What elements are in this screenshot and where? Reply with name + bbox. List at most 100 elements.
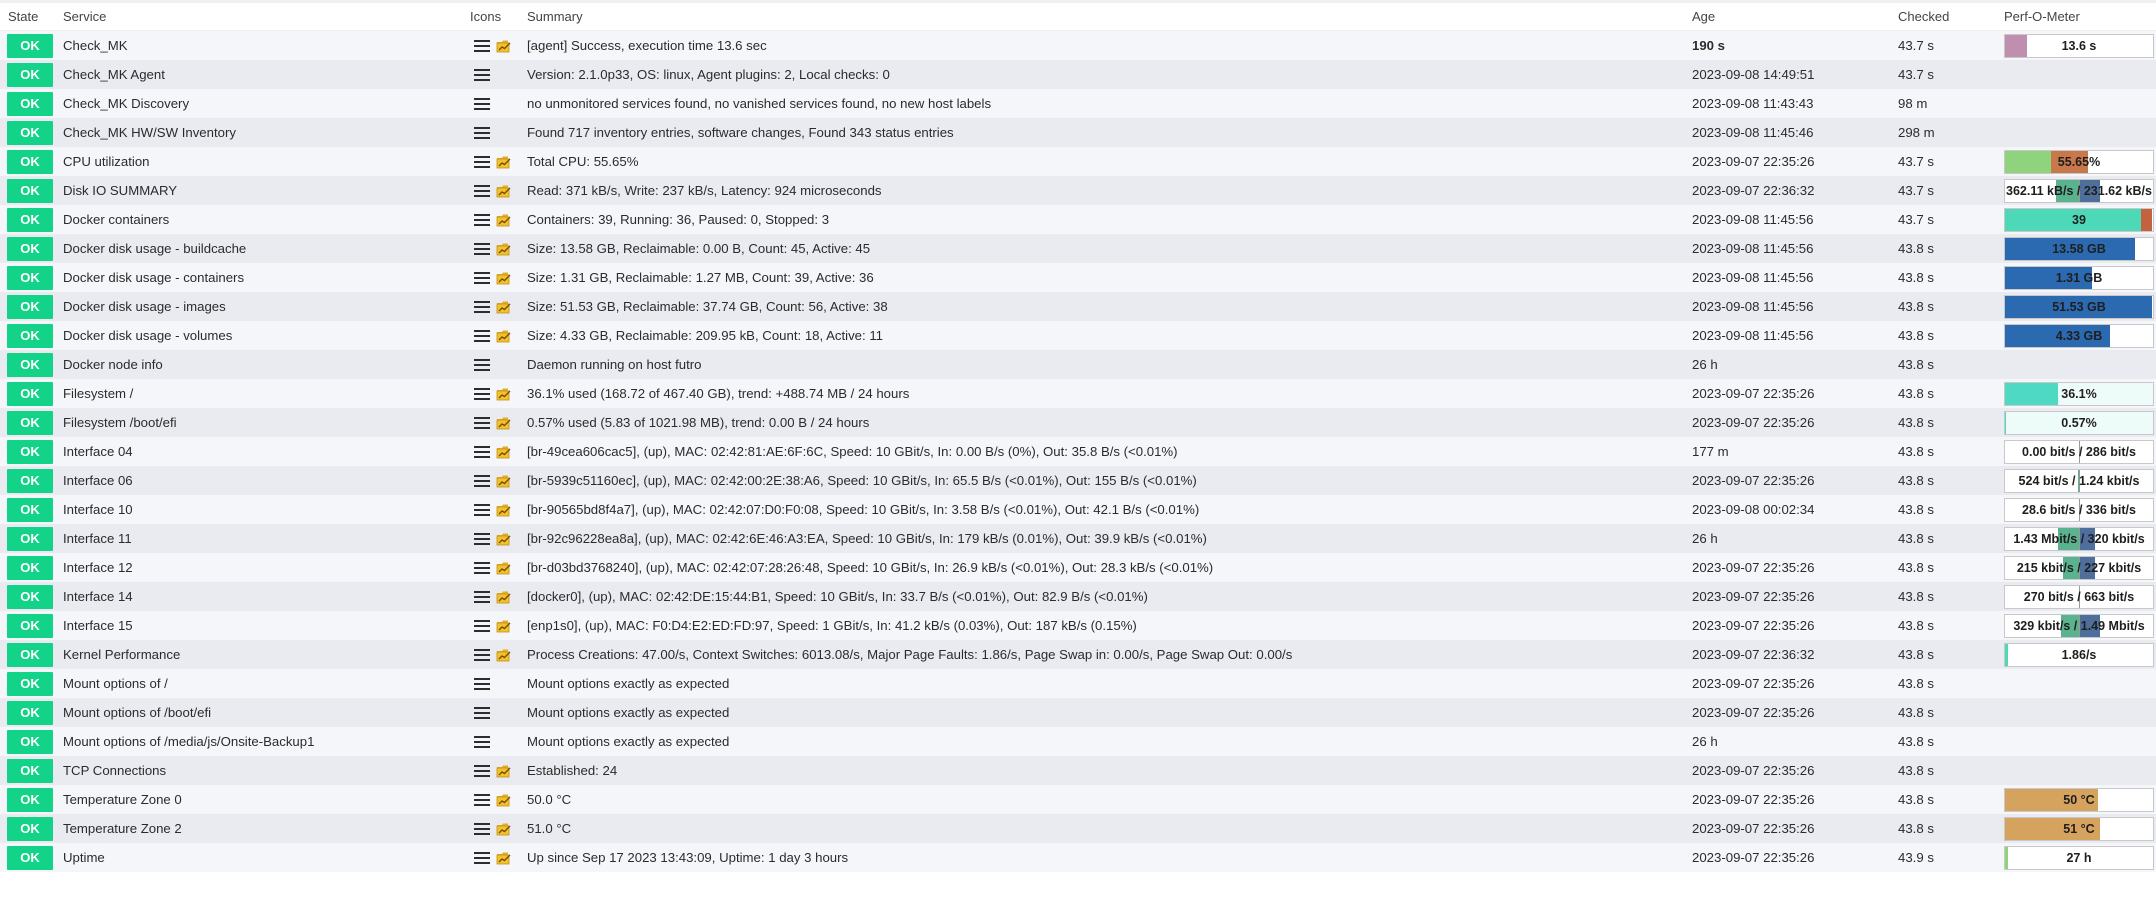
- perf-o-meter[interactable]: 36.1%: [2004, 381, 2154, 406]
- menu-icon[interactable]: [474, 764, 490, 777]
- graph-icon[interactable]: [496, 242, 513, 256]
- service-name-link[interactable]: Check_MK HW/SW Inventory: [55, 118, 462, 147]
- service-name-link[interactable]: Docker disk usage - containers: [55, 263, 462, 292]
- service-name-link[interactable]: Docker containers: [55, 205, 462, 234]
- state-badge[interactable]: OK: [7, 294, 53, 319]
- state-badge[interactable]: OK: [7, 468, 53, 493]
- perf-o-meter[interactable]: 51.53 GB: [2004, 294, 2154, 319]
- service-name-link[interactable]: Temperature Zone 0: [55, 785, 462, 814]
- menu-icon[interactable]: [474, 242, 490, 255]
- menu-icon[interactable]: [474, 648, 490, 661]
- service-name-link[interactable]: Docker node info: [55, 350, 462, 379]
- menu-icon[interactable]: [474, 329, 490, 342]
- service-name-link[interactable]: Interface 11: [55, 524, 462, 553]
- menu-icon[interactable]: [474, 532, 490, 545]
- state-badge[interactable]: OK: [7, 120, 53, 145]
- service-name-link[interactable]: TCP Connections: [55, 756, 462, 785]
- graph-icon[interactable]: [496, 764, 513, 778]
- perf-o-meter[interactable]: 13.6 s: [2004, 33, 2154, 58]
- menu-icon[interactable]: [474, 184, 490, 197]
- graph-icon[interactable]: [496, 271, 513, 285]
- perf-o-meter[interactable]: 524 bit/s / 1.24 kbit/s: [2004, 468, 2154, 493]
- state-badge[interactable]: OK: [7, 671, 53, 696]
- state-badge[interactable]: OK: [7, 816, 53, 841]
- graph-icon[interactable]: [496, 532, 513, 546]
- perf-o-meter[interactable]: 4.33 GB: [2004, 323, 2154, 348]
- state-badge[interactable]: OK: [7, 526, 53, 551]
- service-name-link[interactable]: Interface 06: [55, 466, 462, 495]
- graph-icon[interactable]: [496, 445, 513, 459]
- service-name-link[interactable]: Disk IO SUMMARY: [55, 176, 462, 205]
- state-badge[interactable]: OK: [7, 178, 53, 203]
- state-badge[interactable]: OK: [7, 381, 53, 406]
- graph-icon[interactable]: [496, 39, 513, 53]
- menu-icon[interactable]: [474, 735, 490, 748]
- service-name-link[interactable]: Mount options of /media/js/Onsite-Backup…: [55, 727, 462, 756]
- state-badge[interactable]: OK: [7, 33, 53, 58]
- graph-icon[interactable]: [496, 793, 513, 807]
- graph-icon[interactable]: [496, 503, 513, 517]
- state-badge[interactable]: OK: [7, 265, 53, 290]
- service-name-link[interactable]: Docker disk usage - images: [55, 292, 462, 321]
- graph-icon[interactable]: [496, 416, 513, 430]
- perf-o-meter[interactable]: 0.57%: [2004, 410, 2154, 435]
- service-name-link[interactable]: Kernel Performance: [55, 640, 462, 669]
- graph-icon[interactable]: [496, 329, 513, 343]
- state-badge[interactable]: OK: [7, 613, 53, 638]
- menu-icon[interactable]: [474, 793, 490, 806]
- graph-icon[interactable]: [496, 300, 513, 314]
- state-badge[interactable]: OK: [7, 555, 53, 580]
- graph-icon[interactable]: [496, 590, 513, 604]
- service-name-link[interactable]: Filesystem /: [55, 379, 462, 408]
- menu-icon[interactable]: [474, 590, 490, 603]
- column-header-age[interactable]: Age: [1684, 3, 1890, 31]
- menu-icon[interactable]: [474, 358, 490, 371]
- column-header-state[interactable]: State: [0, 3, 55, 31]
- graph-icon[interactable]: [496, 851, 513, 865]
- graph-icon[interactable]: [496, 822, 513, 836]
- graph-icon[interactable]: [496, 619, 513, 633]
- state-badge[interactable]: OK: [7, 410, 53, 435]
- service-name-link[interactable]: Check_MK: [55, 30, 462, 60]
- service-name-link[interactable]: Filesystem /boot/efi: [55, 408, 462, 437]
- service-name-link[interactable]: Uptime: [55, 843, 462, 872]
- graph-icon[interactable]: [496, 184, 513, 198]
- perf-o-meter[interactable]: 27 h: [2004, 845, 2154, 870]
- menu-icon[interactable]: [474, 474, 490, 487]
- state-badge[interactable]: OK: [7, 845, 53, 870]
- menu-icon[interactable]: [474, 300, 490, 313]
- graph-icon[interactable]: [496, 648, 513, 662]
- menu-icon[interactable]: [474, 677, 490, 690]
- perf-o-meter[interactable]: 329 kbit/s / 1.49 Mbit/s: [2004, 613, 2154, 638]
- service-name-link[interactable]: Docker disk usage - buildcache: [55, 234, 462, 263]
- menu-icon[interactable]: [474, 271, 490, 284]
- perf-o-meter[interactable]: 362.11 kB/s / 231.62 kB/s: [2004, 178, 2154, 203]
- state-badge[interactable]: OK: [7, 642, 53, 667]
- perf-o-meter[interactable]: 270 bit/s / 663 bit/s: [2004, 584, 2154, 609]
- menu-icon[interactable]: [474, 445, 490, 458]
- service-name-link[interactable]: Docker disk usage - volumes: [55, 321, 462, 350]
- menu-icon[interactable]: [474, 619, 490, 632]
- state-badge[interactable]: OK: [7, 91, 53, 116]
- service-name-link[interactable]: Mount options of /: [55, 669, 462, 698]
- state-badge[interactable]: OK: [7, 729, 53, 754]
- service-name-link[interactable]: Mount options of /boot/efi: [55, 698, 462, 727]
- service-name-link[interactable]: Interface 15: [55, 611, 462, 640]
- menu-icon[interactable]: [474, 97, 490, 110]
- service-name-link[interactable]: Interface 04: [55, 437, 462, 466]
- column-header-perf-o-meter[interactable]: Perf-O-Meter: [1996, 3, 2156, 31]
- service-name-link[interactable]: Interface 10: [55, 495, 462, 524]
- state-badge[interactable]: OK: [7, 207, 53, 232]
- graph-icon[interactable]: [496, 387, 513, 401]
- service-name-link[interactable]: Interface 14: [55, 582, 462, 611]
- service-name-link[interactable]: Check_MK Discovery: [55, 89, 462, 118]
- menu-icon[interactable]: [474, 213, 490, 226]
- perf-o-meter[interactable]: 50 °C: [2004, 787, 2154, 812]
- menu-icon[interactable]: [474, 155, 490, 168]
- state-badge[interactable]: OK: [7, 236, 53, 261]
- state-badge[interactable]: OK: [7, 439, 53, 464]
- menu-icon[interactable]: [474, 851, 490, 864]
- menu-icon[interactable]: [474, 503, 490, 516]
- perf-o-meter[interactable]: 51 °C: [2004, 816, 2154, 841]
- service-name-link[interactable]: Temperature Zone 2: [55, 814, 462, 843]
